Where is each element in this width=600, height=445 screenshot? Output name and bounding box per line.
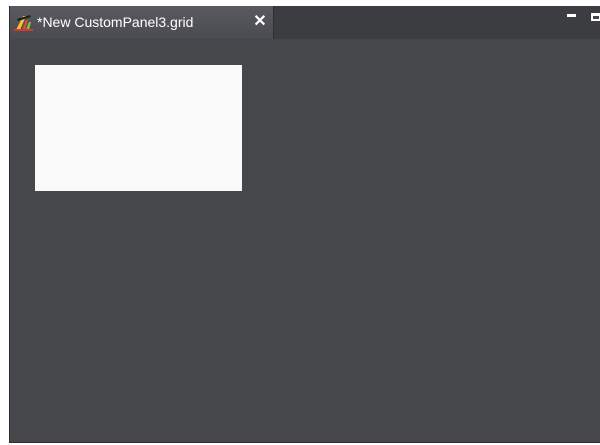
tab-bar: *New CustomPanel3.grid ✕: [10, 6, 600, 39]
design-canvas[interactable]: [10, 39, 600, 443]
tab-title: *New CustomPanel3.grid: [37, 14, 194, 30]
application-icon: [14, 15, 33, 31]
custom-panel-widget[interactable]: [35, 65, 242, 191]
tab-custom-panel3[interactable]: *New CustomPanel3.grid ✕: [10, 6, 274, 39]
maximize-icon[interactable]: [591, 11, 600, 21]
close-icon[interactable]: ✕: [251, 12, 269, 32]
minimize-icon[interactable]: [567, 11, 576, 21]
editor-window: *New CustomPanel3.grid ✕: [9, 6, 600, 443]
